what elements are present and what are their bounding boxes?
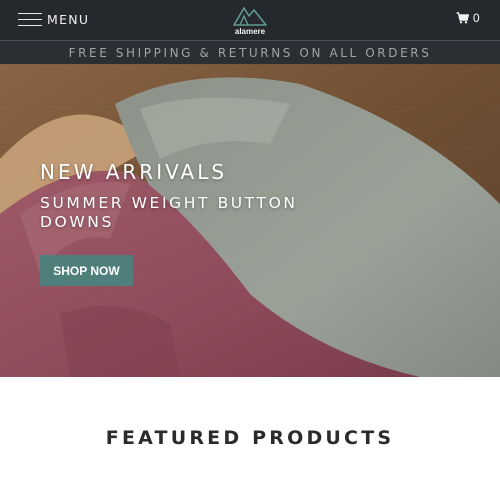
cart-count: 0	[472, 11, 480, 25]
menu-button[interactable]: MENU	[18, 10, 89, 28]
announcement-text: FREE SHIPPING & RETURNS ON ALL ORDERS	[68, 45, 432, 60]
featured-products-section: FEATURED PRODUCTS	[0, 377, 500, 500]
featured-products-title: FEATURED PRODUCTS	[105, 427, 395, 449]
logo-text: alamere	[234, 27, 266, 36]
announcement-bar: FREE SHIPPING & RETURNS ON ALL ORDERS	[0, 40, 500, 64]
cart-icon	[456, 12, 469, 24]
cart-button[interactable]: 0	[456, 11, 480, 25]
hero-title: NEW ARRIVALS	[40, 160, 228, 184]
hero-banner: NEW ARRIVALS SUMMER WEIGHT BUTTON DOWNS …	[0, 64, 500, 377]
logo[interactable]: alamere	[228, 3, 272, 37]
mountain-logo-icon	[233, 7, 267, 26]
hamburger-icon	[18, 12, 42, 26]
hero-subtitle: SUMMER WEIGHT BUTTON DOWNS	[40, 194, 298, 231]
menu-label: MENU	[47, 11, 90, 27]
shop-now-button[interactable]: SHOP NOW	[40, 255, 133, 286]
site-header: MENU alamere 0	[0, 0, 500, 40]
